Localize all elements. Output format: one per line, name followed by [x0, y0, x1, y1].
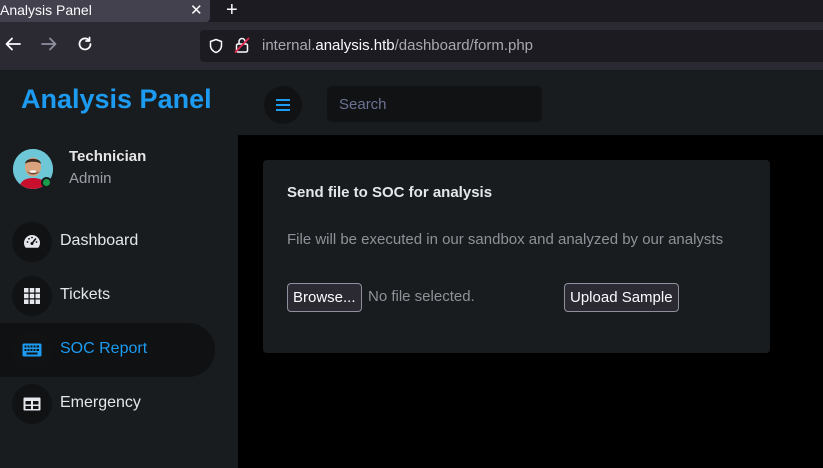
sidebar-item-soc-report[interactable]: SOC Report — [0, 323, 215, 377]
url-bar[interactable]: internal.analysis.htb/dashboard/form.php — [200, 30, 823, 62]
url-prefix: internal. — [262, 37, 316, 54]
url-host: analysis.htb — [315, 37, 395, 54]
browser-tab-bar: Analysis Panel ✕ + — [0, 0, 823, 22]
brand-title[interactable]: Analysis Panel — [21, 84, 212, 115]
shield-icon[interactable] — [208, 38, 224, 59]
file-status-text: No file selected. — [368, 288, 475, 305]
user-name: Technician — [69, 148, 147, 165]
sidebar-item-emergency[interactable]: Emergency — [0, 377, 215, 431]
upload-sample-button[interactable]: Upload Sample — [564, 283, 679, 312]
sidebar-item-label: Dashboard — [60, 232, 139, 249]
sidebar-item-tickets[interactable]: Tickets — [0, 269, 215, 323]
sidebar-item-dashboard[interactable]: Dashboard — [0, 215, 215, 269]
top-bar — [238, 70, 823, 135]
forward-icon[interactable] — [37, 32, 61, 56]
form-description: File will be executed in our sandbox and… — [287, 231, 724, 248]
table-icon — [12, 384, 52, 424]
sidebar-item-label: Tickets — [60, 286, 111, 303]
main-content: Send file to SOC for analysis File will … — [238, 135, 823, 468]
back-icon[interactable] — [1, 32, 25, 56]
search-input[interactable] — [327, 86, 542, 122]
user-role: Admin — [69, 170, 112, 187]
hamburger-menu-button[interactable] — [264, 86, 302, 124]
upload-form-card: Send file to SOC for analysis File will … — [263, 160, 770, 353]
close-tab-icon[interactable]: ✕ — [190, 1, 203, 19]
browser-nav-bar: internal.analysis.htb/dashboard/form.php — [0, 22, 823, 70]
sidebar-item-label: SOC Report — [60, 340, 148, 357]
online-status-dot — [41, 177, 52, 188]
url-text[interactable]: internal.analysis.htb/dashboard/form.php — [262, 37, 533, 54]
grid-icon — [12, 276, 52, 316]
form-title: Send file to SOC for analysis — [287, 184, 493, 201]
sidebar-item-label: Emergency — [60, 394, 141, 411]
insecure-lock-icon[interactable] — [234, 36, 250, 59]
new-tab-icon[interactable]: + — [226, 0, 238, 22]
hamburger-icon — [276, 99, 290, 111]
url-path: /dashboard/form.php — [394, 37, 534, 54]
browse-file-button[interactable]: Browse... — [287, 283, 362, 312]
browser-tab[interactable]: Analysis Panel ✕ — [0, 0, 210, 22]
reload-icon[interactable] — [73, 32, 97, 56]
tab-title: Analysis Panel — [0, 2, 92, 18]
speedometer-icon — [12, 222, 52, 262]
keyboard-icon — [12, 330, 52, 370]
sidebar: Analysis Panel Technician Admin Dashboar… — [0, 70, 238, 468]
